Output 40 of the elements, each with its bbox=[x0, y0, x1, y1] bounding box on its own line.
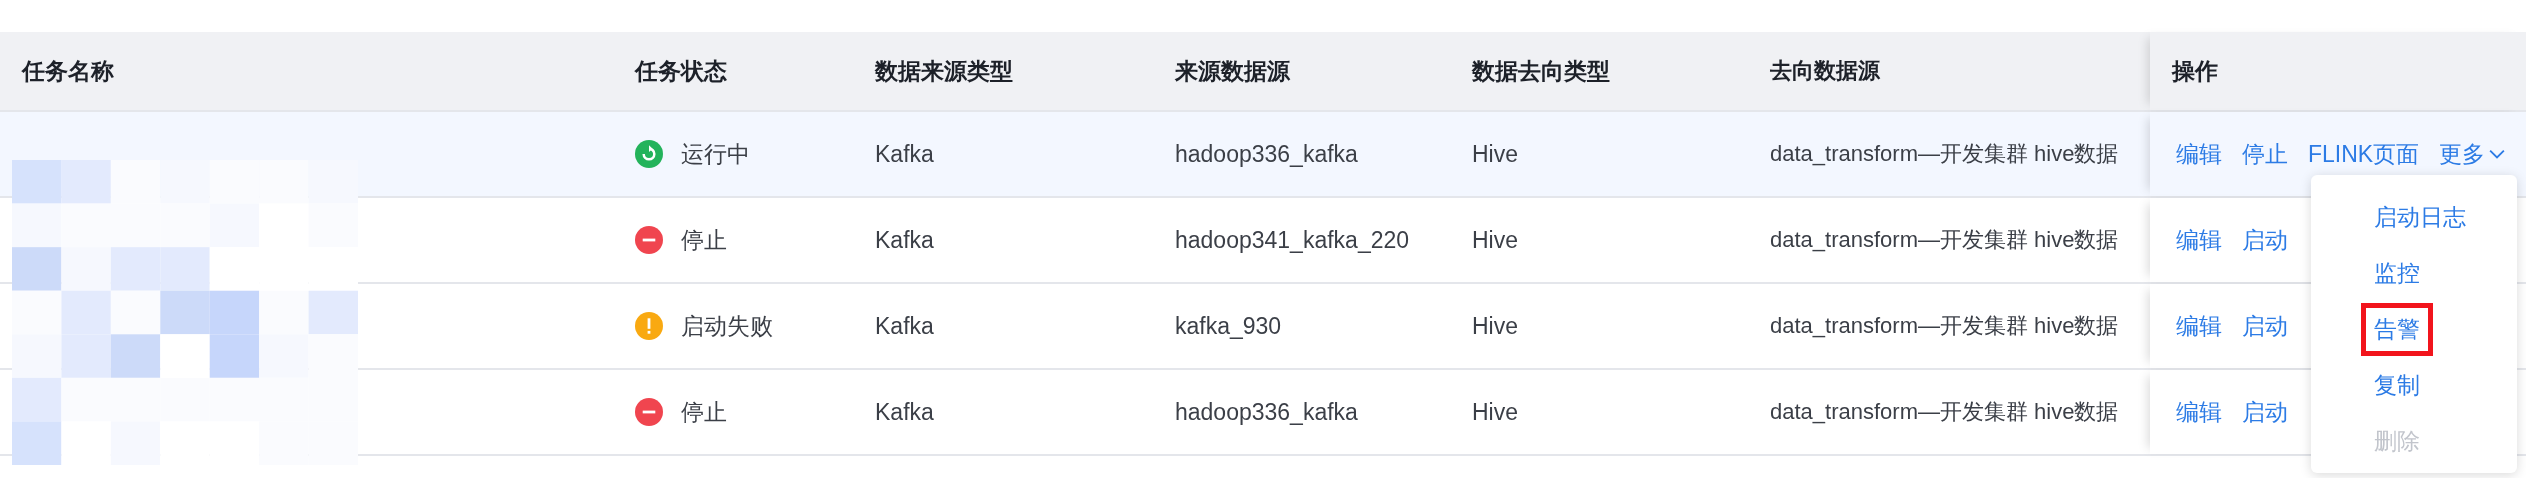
status-label: 启动失败 bbox=[681, 311, 773, 341]
table-cell-text: data_transform—开发集群 hive数据 bbox=[1770, 226, 2119, 254]
action-link[interactable]: 启动 bbox=[2242, 224, 2288, 256]
status-label: 停止 bbox=[681, 397, 727, 427]
table-cell: hadoop341_kafka_220 bbox=[1175, 226, 1410, 254]
table-cell-text: data_transform—开发集群 hive数据 bbox=[1770, 312, 2119, 340]
action-link[interactable]: 编辑 bbox=[2176, 310, 2222, 342]
table-cell: Hive bbox=[1472, 226, 1518, 254]
caret-icon bbox=[2489, 148, 2506, 160]
table-row[interactable]: 运行中 Kafka hadoop336_kafka Hive data_transform—开发集群 hive数据 编辑 停止 FLINK页面 更多 bbox=[0, 112, 2526, 198]
column-header: 去向数据源 bbox=[1769, 57, 1881, 85]
table-cell: Kafka bbox=[875, 226, 934, 254]
column-header: 操作 bbox=[2150, 32, 2526, 110]
column-header: 任务状态 bbox=[633, 56, 728, 86]
action-link[interactable]: 编辑 bbox=[2176, 224, 2222, 256]
table-cell: Hive bbox=[1472, 312, 1518, 340]
table-cell: Kafka bbox=[875, 140, 934, 168]
action-link[interactable]: 停止 bbox=[2242, 138, 2288, 170]
table-cell: hadoop336_kafka bbox=[1175, 140, 1358, 168]
table-cell: kafka_930 bbox=[1175, 312, 1282, 340]
column-header: 数据去向类型 bbox=[1470, 56, 1611, 86]
menu-item[interactable]: 告警 bbox=[2361, 302, 2433, 356]
table-cell: Kafka bbox=[875, 398, 934, 426]
table-cell: Kafka bbox=[875, 312, 934, 340]
column-header: 来源数据源 bbox=[1174, 56, 1291, 86]
table-cell: Hive bbox=[1472, 398, 1518, 426]
more-link[interactable]: 更多 bbox=[2439, 138, 2506, 170]
table-cell: hadoop336_kafka bbox=[1175, 398, 1358, 426]
status-label: 停止 bbox=[681, 225, 727, 255]
column-header: 任务名称 bbox=[20, 56, 115, 86]
table-cell-text: data_transform—开发集群 hive数据 bbox=[1770, 140, 2119, 168]
action-link[interactable]: FLINK页面 bbox=[2308, 138, 2420, 170]
column-header: 数据来源类型 bbox=[873, 56, 1014, 86]
action-link[interactable]: 启动 bbox=[2242, 310, 2288, 342]
action-link[interactable]: 启动 bbox=[2242, 396, 2288, 428]
status-label: 运行中 bbox=[681, 139, 750, 169]
table-cell: Hive bbox=[1472, 140, 1518, 168]
action-link[interactable]: 编辑 bbox=[2176, 396, 2222, 428]
table-cell-text: data_transform—开发集群 hive数据 bbox=[1770, 398, 2119, 426]
action-link[interactable]: 编辑 bbox=[2176, 138, 2222, 170]
